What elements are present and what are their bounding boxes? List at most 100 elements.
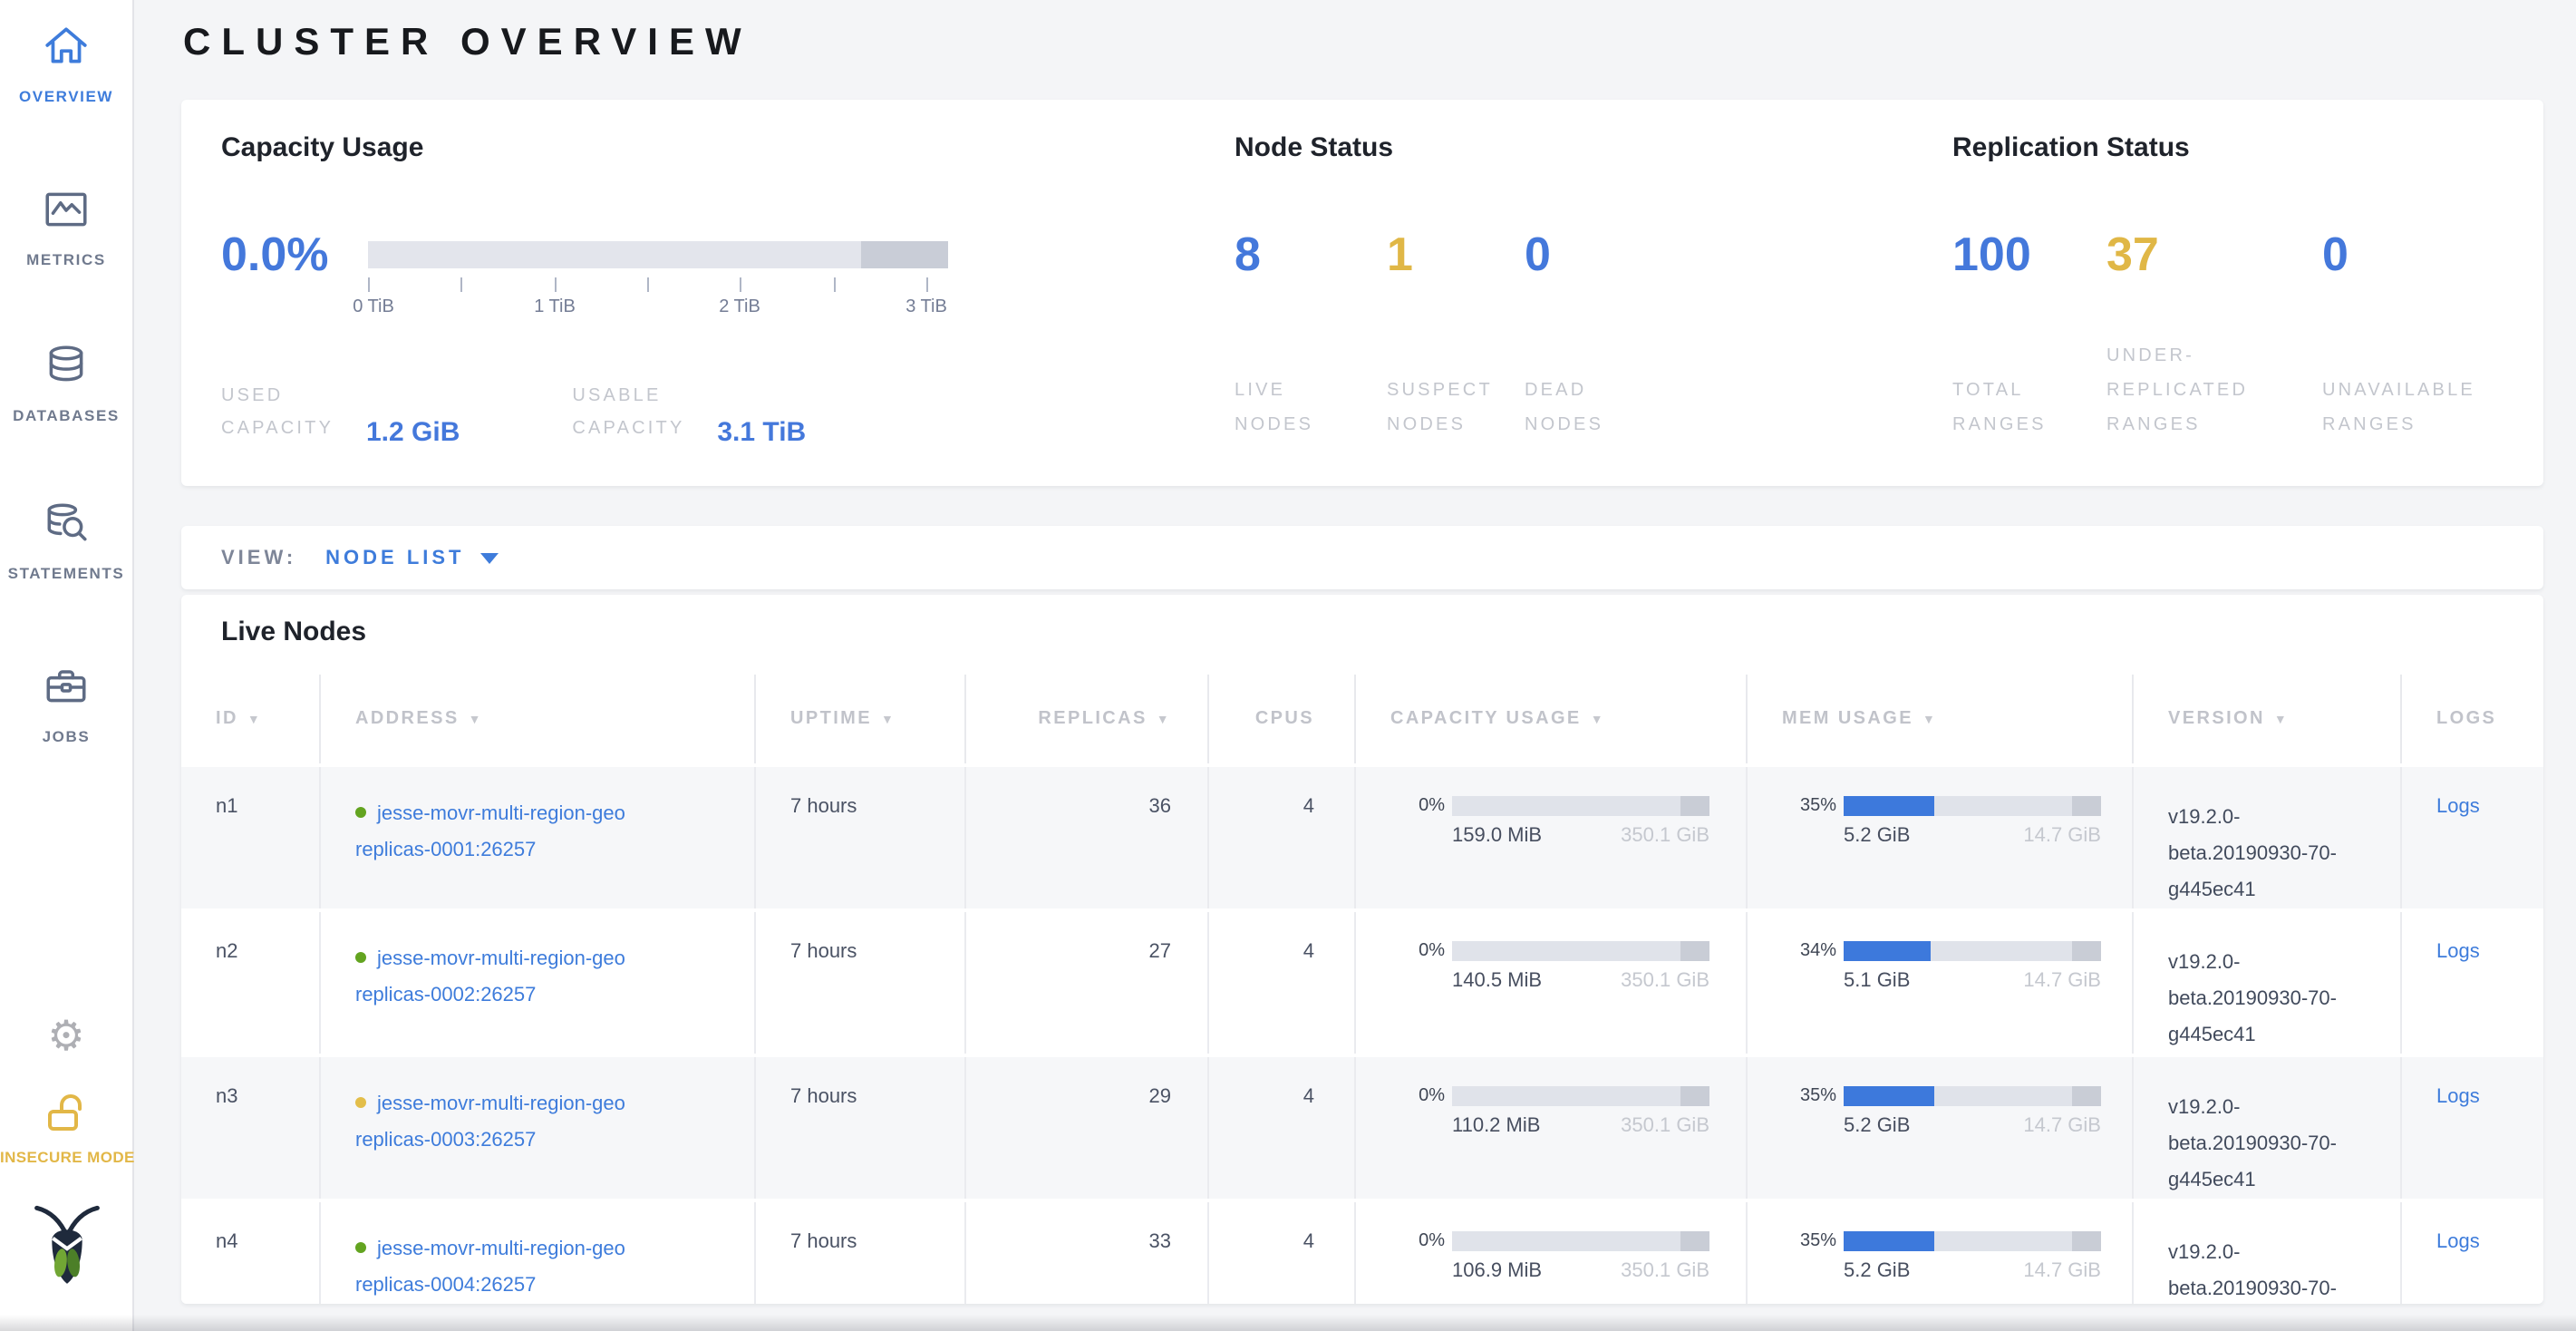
live-nodes-title: Live Nodes	[221, 617, 366, 647]
column-header-mem-usage[interactable]: MEM USAGE▼	[1748, 675, 2134, 763]
node-status-dot	[355, 807, 366, 818]
logs-cell: Logs	[2402, 912, 2543, 1054]
sidebar-item-databases[interactable]: DATABASES	[0, 341, 132, 424]
usable-capacity-stat: USABLECAPACITY 3.1 TiB	[572, 381, 806, 446]
cluster-overview-page: OVERVIEW METRICS DATABASES	[0, 0, 2576, 1331]
capacity-usage-cell: 0%159.0 MiB350.1 GiB	[1356, 767, 1748, 908]
column-header-version[interactable]: VERSION▼	[2134, 675, 2402, 763]
table-header: ID▼ADDRESS▼UPTIME▼REPLICAS▼CPUSCAPACITY …	[181, 675, 2543, 763]
used-capacity-value: 1.2 GiB	[366, 417, 460, 448]
column-header-logs: LOGS	[2402, 675, 2543, 763]
capacity-reserved-segment	[861, 241, 948, 268]
version-cell: v19.2.0-beta.20190930-70-g445ec41	[2134, 767, 2402, 908]
version-cell: v19.2.0-beta.20190930-70-g445ec41	[2134, 1202, 2402, 1304]
view-dropdown[interactable]: NODE LIST	[325, 547, 499, 568]
sidebar-item-overview[interactable]: OVERVIEW	[0, 22, 132, 105]
uptime-cell: 7 hours	[756, 912, 966, 1054]
capacity-usage-cell: 0%106.9 MiB350.1 GiB	[1356, 1202, 1748, 1304]
node-address-cell: jesse-movr-multi-region-geo replicas-0003…	[321, 1057, 756, 1199]
insecure-mode-indicator[interactable]: INSECURE MODE	[0, 1090, 132, 1166]
node-address-link[interactable]: replicas-0001:26257	[355, 840, 536, 861]
node-address-link[interactable]: jesse-movr-multi-region-geo	[377, 1093, 625, 1115]
sidebar-item-label: JOBS	[0, 727, 132, 745]
axis-tick-label: 2 TiB	[719, 297, 760, 317]
sidebar-item-jobs[interactable]: JOBS	[0, 662, 132, 745]
usage-bar	[1844, 796, 2101, 816]
column-header-uptime[interactable]: UPTIME▼	[756, 675, 966, 763]
column-header-address[interactable]: ADDRESS▼	[321, 675, 756, 763]
axis-tick-label: 1 TiB	[534, 297, 576, 317]
node-address-link[interactable]: jesse-movr-multi-region-geo	[377, 1239, 625, 1260]
total-ranges-label: TOTALRANGES	[1952, 374, 2047, 442]
column-header-id[interactable]: ID▼	[181, 675, 321, 763]
column-header-capacity-usage[interactable]: CAPACITY USAGE▼	[1356, 675, 1748, 763]
page-title: CLUSTER OVERVIEW	[183, 22, 752, 65]
logs-cell: Logs	[2402, 1202, 2543, 1304]
replicas-cell: 36	[966, 767, 1209, 908]
usage-bar	[1452, 1231, 1709, 1251]
suspect-nodes-label: SUSPECTNODES	[1387, 374, 1493, 442]
usage-bar	[1844, 1086, 2101, 1106]
node-id-cell: n2	[181, 912, 321, 1054]
usage-bar	[1452, 1086, 1709, 1106]
capacity-usage-cell: 0%110.2 MiB350.1 GiB	[1356, 1057, 1748, 1199]
node-address-link[interactable]: replicas-0004:26257	[355, 1275, 536, 1297]
uptime-cell: 7 hours	[756, 1202, 966, 1304]
unavailable-ranges-value: 0	[2322, 227, 2348, 283]
node-address-link[interactable]: replicas-0003:26257	[355, 1130, 536, 1151]
table-row-n2: n2 jesse-movr-multi-region-geo replicas-00…	[181, 908, 2543, 1054]
node-status-dot	[355, 952, 366, 963]
node-address-link[interactable]: jesse-movr-multi-region-geo	[377, 948, 625, 970]
sidebar-item-metrics[interactable]: METRICS	[0, 185, 132, 268]
mem-usage-cell: 35%5.2 GiB14.7 GiB	[1748, 767, 2134, 908]
capacity-usage-title: Capacity Usage	[221, 132, 423, 163]
mem-usage-cell: 35%5.2 GiB14.7 GiB	[1748, 1057, 2134, 1199]
table-row-n1: n1jesse-movr-multi-region-georeplicas-00…	[181, 763, 2543, 908]
logs-cell: Logs	[2402, 1057, 2543, 1199]
usable-capacity-value: 3.1 TiB	[717, 417, 806, 448]
view-label: VIEW:	[221, 547, 296, 568]
node-status-title: Node Status	[1235, 132, 1393, 163]
unlocked-padlock-icon	[43, 1110, 90, 1141]
uptime-cell: 7 hours	[756, 1057, 966, 1199]
settings-gear-icon[interactable]: ⚙	[0, 1015, 132, 1057]
capacity-percent-value: 0.0%	[221, 227, 329, 283]
sidebar-item-statements[interactable]: STATEMENTS	[0, 499, 132, 582]
usable-capacity-label: USABLECAPACITY	[572, 381, 702, 446]
logs-link[interactable]: Logs	[2436, 796, 2480, 818]
node-id-cell: n4	[181, 1202, 321, 1304]
used-capacity-label: USEDCAPACITY	[221, 381, 352, 446]
version-cell: v19.2.0-beta.20190930-70-g445ec41	[2134, 1057, 2402, 1199]
usage-bar	[1452, 941, 1709, 961]
node-status-dot	[355, 1097, 366, 1108]
node-status-dot	[355, 1242, 366, 1253]
version-cell: v19.2.0-beta.20190930-70-g445ec41	[2134, 912, 2402, 1054]
uptime-cell: 7 hours	[756, 767, 966, 908]
usage-bar	[1452, 796, 1709, 816]
logs-link[interactable]: Logs	[2436, 1231, 2480, 1253]
node-address-cell: jesse-movr-multi-region-geo replicas-0004…	[321, 1202, 756, 1304]
cockroachdb-logo[interactable]	[0, 1200, 132, 1297]
metrics-chart-icon	[42, 185, 91, 243]
logs-link[interactable]: Logs	[2436, 1086, 2480, 1108]
sort-arrow-icon: ▼	[247, 714, 262, 727]
node-address-link[interactable]: jesse-movr-multi-region-geo	[377, 803, 625, 825]
node-id-cell: n3	[181, 1057, 321, 1199]
table-row-n3: n3 jesse-movr-multi-region-geo replicas-00…	[181, 1054, 2543, 1199]
cluster-summary-card: Capacity Usage 0.0% 0 TiB 1 TiB 2 TiB 3 …	[181, 100, 2543, 486]
viewport-bottom-shade	[0, 1315, 2576, 1331]
dead-nodes-label: DEADNODES	[1525, 374, 1603, 442]
column-header-replicas[interactable]: REPLICAS▼	[966, 675, 1209, 763]
view-selector-bar: VIEW: NODE LIST	[181, 526, 2543, 589]
sidebar-item-label: OVERVIEW	[0, 87, 132, 105]
axis-tick-label: 3 TiB	[905, 297, 947, 317]
replicas-cell: 27	[966, 912, 1209, 1054]
cpus-cell: 4	[1209, 767, 1356, 908]
under-replicated-ranges-value: 37	[2106, 227, 2159, 283]
sidebar-item-label: DATABASES	[0, 406, 132, 424]
table-row-n4: n4 jesse-movr-multi-region-geo replicas-00…	[181, 1199, 2543, 1304]
node-address-link[interactable]: replicas-0002:26257	[355, 985, 536, 1006]
briefcase-icon	[42, 662, 91, 720]
statements-search-icon	[42, 499, 91, 557]
logs-link[interactable]: Logs	[2436, 941, 2480, 963]
